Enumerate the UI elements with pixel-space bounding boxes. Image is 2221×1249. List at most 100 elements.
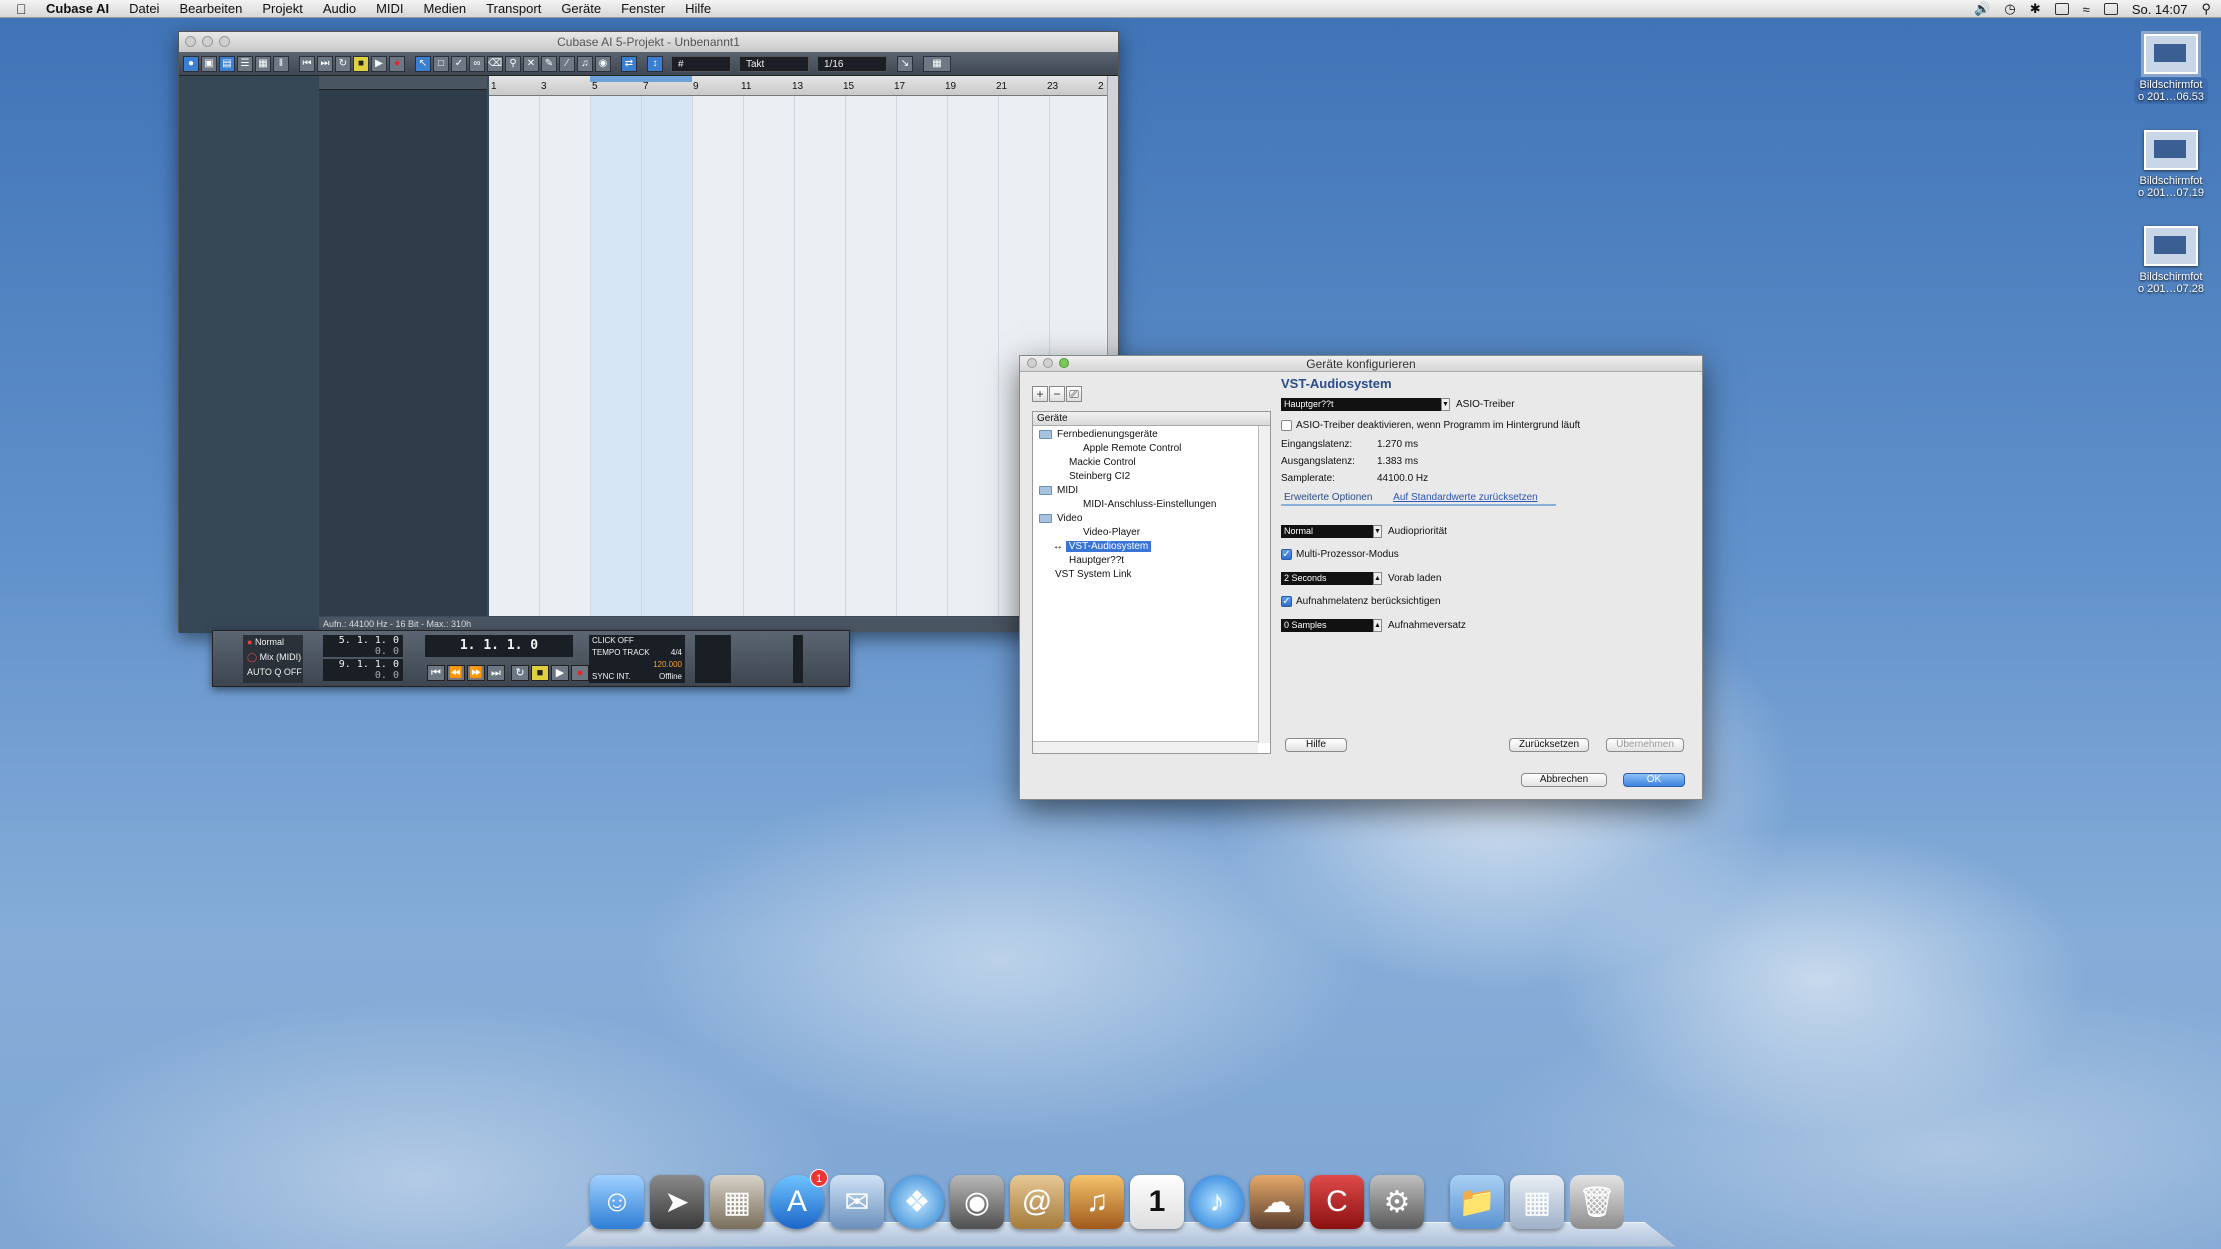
spotlight-icon[interactable]: ⚲ — [2201, 1, 2211, 17]
timeline-ruler[interactable]: 1 3 5 7 9 11 13 15 17 19 21 23 2 — [489, 76, 1109, 96]
audio-priority-select[interactable]: Normal — [1281, 525, 1373, 538]
itunes-icon[interactable]: ♪ — [1190, 1175, 1244, 1229]
minimize-button[interactable] — [202, 36, 213, 47]
record-latency-row[interactable]: ✓ Aufnahmelatenz berücksichtigen — [1281, 596, 1441, 607]
record-mode-select[interactable]: ● Normal — [247, 635, 303, 650]
device-tree-item[interactable]: VST System Link — [1055, 568, 1132, 582]
menu-fenster[interactable]: Fenster — [621, 1, 665, 16]
record-icon[interactable]: ● — [571, 665, 589, 681]
left-locator-display[interactable]: 5. 1. 1. 0 0. 0 — [323, 635, 403, 657]
add-device-button[interactable]: + — [1032, 386, 1048, 402]
display-icon[interactable] — [2054, 3, 2069, 15]
calendar-icon[interactable]: 1 — [1130, 1175, 1184, 1229]
snap-type-select[interactable]: Takt — [739, 55, 809, 72]
stepper-icon[interactable]: ▲ — [1373, 572, 1382, 585]
launchpad-icon[interactable]: ➤ — [650, 1175, 704, 1229]
applications-folder-icon[interactable]: 📁 — [1450, 1175, 1504, 1229]
go-to-end-icon[interactable]: ⏭ — [317, 55, 333, 72]
play-icon[interactable]: ▶ — [371, 55, 387, 72]
apple-icon[interactable]:  — [16, 1, 32, 17]
tab-advanced-options[interactable]: Erweiterte Optionen — [1281, 492, 1375, 503]
preload-field[interactable]: 2 Seconds — [1281, 572, 1373, 585]
remove-device-button[interactable]: − — [1049, 386, 1065, 402]
device-tree-item[interactable]: Fernbedienungsgeräte — [1039, 428, 1158, 442]
bluetooth-icon[interactable]: ✱ — [2030, 1, 2041, 17]
go-to-start-icon[interactable]: ⏮ — [427, 665, 445, 681]
mixer-button[interactable]: ‖ — [273, 55, 289, 72]
eraser-tool-icon[interactable]: ⌫ — [487, 55, 503, 72]
device-tree-item[interactable]: Video — [1039, 512, 1082, 526]
go-to-start-icon[interactable]: ⏮ — [299, 55, 315, 72]
line-tool-icon[interactable]: ∕ — [559, 55, 575, 72]
device-tree-item[interactable]: Mackie Control — [1069, 456, 1136, 470]
menu-datei[interactable]: Datei — [129, 1, 159, 16]
quantize-select[interactable]: 1/16 — [817, 55, 887, 72]
dialog-titlebar[interactable]: Geräte konfigurieren — [1020, 356, 1702, 372]
signature-value[interactable]: 4/4 — [671, 647, 682, 659]
record-offset-field[interactable]: 0 Samples — [1281, 619, 1373, 632]
range-tool-icon[interactable]: □ — [433, 55, 449, 72]
time-machine-icon[interactable]: ◷ — [2004, 1, 2015, 17]
desktop-file-screenshot-3[interactable]: Bildschirmfot o 201…07.28 — [2121, 226, 2221, 296]
desktop-file-screenshot-1[interactable]: Bildschirmfot o 201…06.53 — [2121, 31, 2221, 104]
zoom-button[interactable] — [1059, 358, 1069, 368]
menu-projekt[interactable]: Projekt — [262, 1, 302, 16]
ok-button[interactable]: OK — [1623, 773, 1685, 787]
devices-vertical-scrollbar[interactable] — [1258, 426, 1270, 743]
close-button[interactable] — [1027, 358, 1037, 368]
event-display[interactable]: 1 3 5 7 9 11 13 15 17 19 21 23 2 — [489, 76, 1109, 616]
safari-icon[interactable]: ❖ — [890, 1175, 944, 1229]
contacts-icon[interactable]: @ — [1010, 1175, 1064, 1229]
grid-type-select[interactable]: # — [671, 55, 731, 72]
stop-icon[interactable]: ■ — [531, 665, 549, 681]
sync-mode-value[interactable]: INT. — [616, 672, 630, 681]
device-tree-item[interactable]: MIDI — [1039, 484, 1078, 498]
color-tool-icon[interactable]: ◉ — [595, 55, 611, 72]
cancel-button[interactable]: Abbrechen — [1521, 773, 1607, 787]
inspector-toggle-button[interactable]: ▤ — [219, 55, 235, 72]
device-tree-item[interactable]: Steinberg CI2 — [1069, 470, 1130, 484]
menu-bearbeiten[interactable]: Bearbeiten — [179, 1, 242, 16]
snap-icon[interactable]: ↕ — [647, 55, 663, 72]
apply-button[interactable]: Übernehmen — [1606, 738, 1684, 752]
cycle-mode-select[interactable]: ◯ Mix (MIDI) — [247, 650, 303, 665]
menu-geraete[interactable]: Geräte — [561, 1, 601, 16]
garageband-icon[interactable]: ♫ — [1070, 1175, 1124, 1229]
right-locator-display[interactable]: 9. 1. 1. 0 0. 0 — [323, 659, 403, 681]
auto-quantize-value[interactable]: OFF — [284, 667, 302, 677]
reset-device-button[interactable]: ⎚ — [1066, 386, 1082, 402]
devices-horizontal-scrollbar[interactable] — [1033, 741, 1258, 753]
close-button[interactable] — [185, 36, 196, 47]
stepper-icon[interactable]: ▲ — [1373, 619, 1382, 632]
menu-app-name[interactable]: Cubase AI — [46, 1, 109, 16]
activate-project-button[interactable]: ● — [183, 55, 199, 72]
device-tree-item[interactable]: ↔ VST-Audiosystem — [1053, 540, 1152, 554]
play-icon[interactable]: ▶ — [551, 665, 569, 681]
wifi-icon[interactable]: ≈ — [2083, 2, 2090, 17]
glue-tool-icon[interactable]: ∞ — [469, 55, 485, 72]
multiprocessor-checkbox[interactable]: ✓ — [1281, 549, 1292, 560]
desktop-file-screenshot-2[interactable]: Bildschirmfot o 201…07.19 — [2121, 130, 2221, 200]
fast-forward-icon[interactable]: ⏩ — [467, 665, 485, 681]
device-tree-item[interactable]: MIDI-Anschluss-Einstellungen — [1083, 498, 1216, 512]
zoom-tool-icon[interactable]: ⚲ — [505, 55, 521, 72]
reset-defaults-link[interactable]: Auf Standardwerte zurücksetzen — [1390, 492, 1541, 503]
iphoto-icon[interactable]: ☁ — [1250, 1175, 1304, 1229]
mail-icon[interactable]: ✉ — [830, 1175, 884, 1229]
autoscroll-curve-icon[interactable]: ↘ — [897, 55, 913, 72]
asio-driver-select[interactable]: Hauptger??t — [1281, 398, 1441, 411]
stop-icon[interactable]: ■ — [353, 55, 369, 72]
chevron-down-icon[interactable]: ▼ — [1373, 525, 1382, 538]
menu-transport[interactable]: Transport — [486, 1, 541, 16]
asio-deactivate-row[interactable]: ASIO-Treiber deaktivieren, wenn Programm… — [1281, 420, 1580, 431]
zoom-button[interactable] — [219, 36, 230, 47]
cycle-icon[interactable]: ↻ — [335, 55, 351, 72]
tempo-track-toggle[interactable]: TRACK — [623, 648, 650, 657]
object-select-tool-icon[interactable]: ↖ — [415, 55, 431, 72]
rewind-icon[interactable]: ⏪ — [447, 665, 465, 681]
position-display[interactable]: 1. 1. 1. 0 — [425, 635, 573, 657]
menu-medien[interactable]: Medien — [424, 1, 467, 16]
tempo-value[interactable]: 120.000 — [592, 659, 682, 671]
minimize-button[interactable] — [1043, 358, 1053, 368]
device-tree-item[interactable]: Video-Player — [1083, 526, 1140, 540]
